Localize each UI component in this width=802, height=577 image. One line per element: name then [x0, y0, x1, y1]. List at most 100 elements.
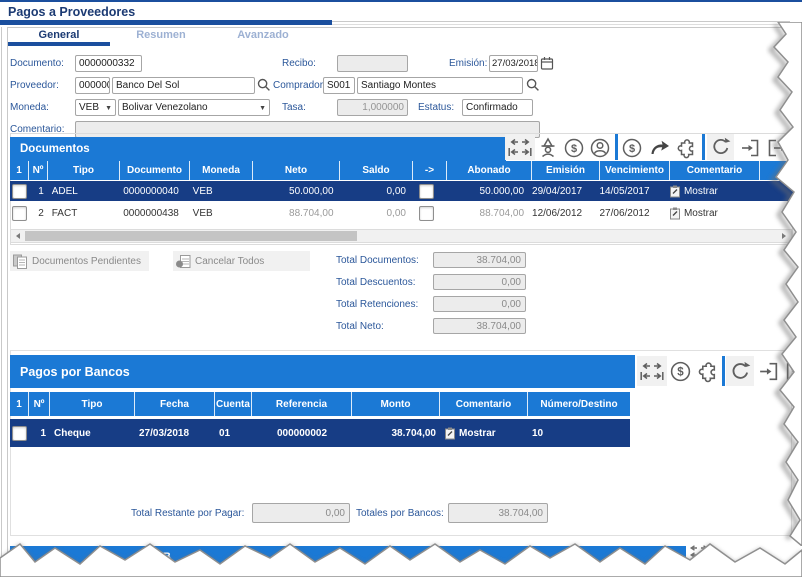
- column-header[interactable]: 1: [10, 161, 29, 180]
- column-header[interactable]: Vencimiento: [600, 161, 670, 180]
- documento-field[interactable]: 0000000332: [75, 55, 142, 72]
- cell-moneda: VEB: [189, 181, 252, 201]
- resize-columns-button[interactable]: [505, 134, 535, 160]
- container-border-outer: [1, 27, 2, 572]
- tab-resumen[interactable]: Resumen: [110, 29, 212, 44]
- column-header[interactable]: Tipo: [48, 161, 120, 180]
- cell-moneda: VEB: [189, 204, 252, 223]
- cell-filler: [754, 204, 794, 223]
- cancelar-todos-button[interactable]: Cancelar Todos: [173, 251, 310, 271]
- svg-text:$: $: [629, 143, 635, 155]
- table-row[interactable]: 1 Cheque 27/03/2018 01 000000002 38.704,…: [10, 419, 630, 447]
- row-select-checkbox[interactable]: [12, 206, 27, 221]
- moneda-label: Moneda:: [10, 102, 49, 113]
- column-header[interactable]: Nº: [29, 161, 48, 180]
- row-select-checkbox[interactable]: [12, 184, 27, 199]
- column-header[interactable]: Documento: [120, 161, 190, 180]
- column-header[interactable]: Saldo: [340, 161, 413, 180]
- column-header[interactable]: Cuenta: [215, 392, 252, 416]
- cell-comentario[interactable]: Mostrar: [665, 204, 754, 223]
- redo-arrow-icon[interactable]: [648, 137, 670, 159]
- column-header[interactable]: Referencia: [252, 392, 352, 416]
- cell-tipo: ADEL: [48, 181, 119, 201]
- resize-columns-icon: [688, 544, 710, 558]
- column-header[interactable]: Comentario: [670, 161, 760, 180]
- total-documentos-label: Total Documentos:: [336, 255, 419, 266]
- table-row[interactable]: 1 ADEL 0000000040 VEB 50.000,00 0,00 50.…: [10, 181, 794, 201]
- proveedor-code-field[interactable]: 0000001: [75, 77, 110, 94]
- cell-vencimiento: 27/06/2012: [596, 204, 665, 223]
- resize-columns-button[interactable]: [637, 356, 667, 386]
- column-header[interactable]: Fecha: [135, 392, 215, 416]
- proveedor-search-icon[interactable]: [257, 78, 271, 92]
- apply-cell: [410, 181, 444, 201]
- cell-tipo: Cheque: [50, 419, 135, 447]
- puzzle-icon[interactable]: [696, 360, 719, 383]
- dollar-circle-icon[interactable]: $: [669, 360, 692, 383]
- row-select-checkbox[interactable]: [12, 426, 27, 441]
- emision-label: Emisión:: [449, 58, 487, 69]
- column-header[interactable]: Abonado: [447, 161, 532, 180]
- column-header[interactable]: ->: [413, 161, 447, 180]
- door-out-icon[interactable]: [766, 137, 788, 159]
- apply-checkbox[interactable]: [419, 206, 434, 221]
- tasa-label: Tasa:: [282, 102, 306, 113]
- column-header[interactable]: Número/Destino: [528, 392, 630, 416]
- door-in-icon[interactable]: [757, 360, 780, 383]
- column-header[interactable]: Tipo: [50, 392, 135, 416]
- total-neto-label: Total Neto:: [336, 321, 384, 332]
- calendar-icon[interactable]: [540, 56, 554, 71]
- cell-comentario[interactable]: Mostrar: [665, 181, 754, 201]
- title-underline: [0, 20, 332, 25]
- total-documentos-value: 38.704,00: [433, 252, 526, 268]
- pagos-a-proveedores-window: Pagos a Proveedores General Resumen Avan…: [0, 0, 802, 577]
- column-header-filler: [760, 161, 800, 180]
- title-rule-2: [332, 24, 790, 25]
- row-select-cell: [10, 419, 29, 447]
- door-out-icon[interactable]: [784, 360, 802, 383]
- column-header[interactable]: Neto: [253, 161, 340, 180]
- scroll-thumb[interactable]: [25, 231, 357, 241]
- moneda-name-select[interactable]: Bolivar Venezolano ▼: [118, 99, 270, 116]
- total-restante-value: 0,00: [252, 503, 350, 523]
- column-header[interactable]: Comentario: [440, 392, 528, 416]
- cell-neto: 88.704,00: [251, 204, 337, 223]
- window-top-border: [0, 0, 802, 2]
- recibo-label: Recibo:: [282, 58, 316, 69]
- table-row[interactable]: 2 FACT 0000000438 VEB 88.704,00 0,00 88.…: [10, 204, 794, 223]
- dollar-circle-icon[interactable]: $: [563, 137, 585, 159]
- totales-bancos-value: 38.704,00: [448, 503, 548, 523]
- comprador-code-field[interactable]: S001: [323, 77, 355, 94]
- column-header[interactable]: 1: [10, 392, 29, 416]
- toolbar-separator: [702, 134, 705, 160]
- cell-referencia: 000000002: [252, 419, 352, 447]
- person-circle-icon[interactable]: [589, 137, 611, 159]
- wizard-icon[interactable]: [537, 137, 559, 159]
- chevron-down-icon: ▼: [259, 103, 266, 115]
- apply-checkbox[interactable]: [419, 184, 434, 199]
- dollar-circle-icon[interactable]: $: [621, 137, 643, 159]
- column-header[interactable]: Nº: [29, 392, 50, 416]
- comprador-search-icon[interactable]: [526, 78, 540, 92]
- documentos-section-title: Documentos: [20, 143, 90, 155]
- scroll-left-arrow[interactable]: [12, 231, 24, 241]
- comentario-link: Mostrar: [684, 186, 718, 197]
- column-header[interactable]: Moneda: [190, 161, 253, 180]
- scroll-right-arrow[interactable]: [778, 231, 790, 241]
- puzzle-icon[interactable]: [675, 137, 697, 159]
- emision-field[interactable]: 27/03/2018: [489, 55, 538, 72]
- door-in-icon[interactable]: [739, 137, 761, 159]
- column-header[interactable]: Emisión: [532, 161, 600, 180]
- proveedor-name-field[interactable]: Banco Del Sol: [112, 77, 255, 94]
- horizontal-scrollbar[interactable]: [10, 229, 792, 243]
- refresh-button[interactable]: [726, 356, 754, 386]
- refresh-button[interactable]: [707, 134, 734, 160]
- column-header[interactable]: Monto: [352, 392, 440, 416]
- estatus-label: Estatus:: [418, 102, 454, 113]
- comprador-name-field[interactable]: Santiago Montes: [357, 77, 523, 94]
- cell-monto: 38.704,00: [352, 419, 440, 447]
- cell-comentario[interactable]: Mostrar: [440, 419, 528, 447]
- documentos-pendientes-button[interactable]: Documentos Pendientes: [10, 251, 149, 271]
- tab-avanzado[interactable]: Avanzado: [212, 29, 314, 44]
- moneda-code-select[interactable]: VEB ▼: [75, 99, 116, 116]
